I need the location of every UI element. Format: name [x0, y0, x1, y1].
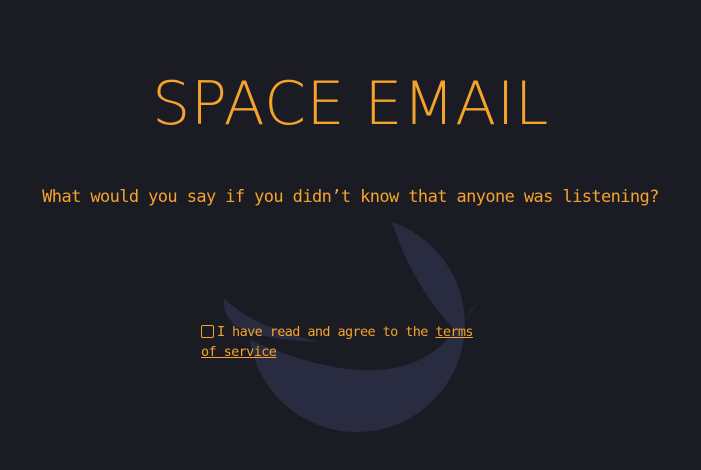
terms-checkbox[interactable]	[201, 325, 214, 338]
terms-agreement: I have read and agree to the terms of se…	[201, 322, 491, 362]
prompt-question: What would you say if you didn’t know th…	[42, 187, 659, 207]
terms-agreement-label: I have read and agree to the	[217, 324, 436, 340]
app-title: SPACE EMAIL	[152, 69, 549, 139]
space-email-page: SPACE EMAIL What would you say if you di…	[0, 0, 701, 470]
